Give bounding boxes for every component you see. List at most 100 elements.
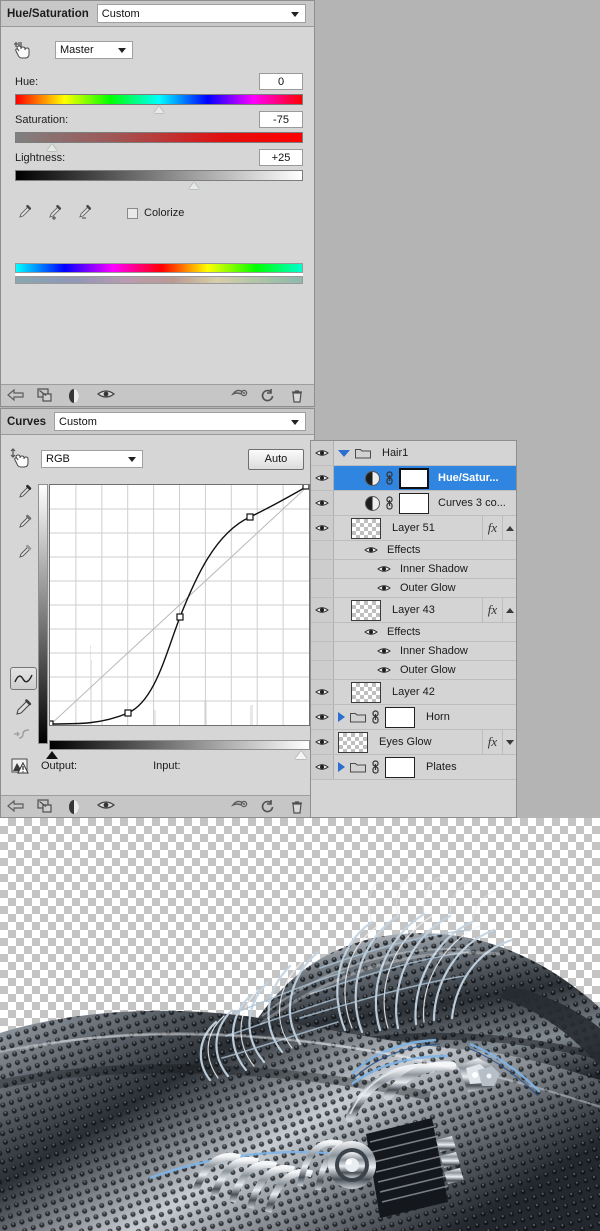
layers-panel[interactable]: Hair1 Hue/Satur... Curves 3 co... Layer 51 f… — [310, 440, 517, 818]
layer-visibility-toggle[interactable] — [311, 661, 334, 679]
layer-row-content[interactable]: Layer 42 — [334, 680, 516, 704]
curves-graph[interactable] — [38, 479, 311, 759]
layer-row[interactable]: Inner Shadow — [311, 642, 516, 661]
layer-visibility-toggle[interactable] — [311, 730, 334, 754]
effects-collapse-arrow-icon[interactable] — [502, 598, 516, 622]
layer-visibility-toggle[interactable] — [311, 755, 334, 779]
layer-visibility-toggle[interactable] — [311, 705, 334, 729]
smooth-curve-icon[interactable] — [13, 726, 33, 742]
chevron-right-icon[interactable] — [338, 762, 345, 772]
layer-row-content[interactable]: Outer Glow — [334, 661, 516, 679]
effects-expand-arrow-icon[interactable] — [502, 730, 516, 754]
layer-row-content[interactable]: Eyes Glow — [334, 730, 482, 754]
layer-row-content[interactable]: Inner Shadow — [334, 642, 516, 660]
layer-row[interactable]: Outer Glow — [311, 661, 516, 680]
eyedropper-minus-icon[interactable] — [75, 204, 92, 222]
pencil-tool-icon[interactable] — [14, 699, 32, 717]
layer-visibility-toggle[interactable] — [311, 516, 334, 540]
lightness-value-input[interactable]: +25 — [259, 149, 303, 166]
layer-row-content[interactable]: Plates — [334, 755, 516, 779]
curves-channel-select[interactable]: RGB — [41, 450, 143, 468]
layer-visibility-toggle[interactable] — [311, 466, 334, 490]
layer-visibility-toggle[interactable] — [311, 623, 334, 641]
layer-mask-thumbnail[interactable] — [399, 492, 429, 514]
layer-visibility-toggle[interactable] — [311, 598, 334, 622]
reset-adjustment-icon[interactable] — [230, 388, 248, 404]
link-icon[interactable] — [385, 496, 394, 510]
layer-row-content[interactable]: Layer 43 — [334, 598, 482, 622]
layer-thumbnail[interactable] — [351, 599, 381, 621]
effect-visibility-toggle[interactable] — [377, 665, 391, 675]
hue-range-result-bar[interactable] — [15, 276, 303, 284]
layer-visibility-toggle[interactable] — [311, 680, 334, 704]
link-icon[interactable] — [371, 760, 380, 774]
layer-row-content[interactable]: Layer 51 — [334, 516, 482, 540]
curve-pencil-tool-icon[interactable] — [9, 667, 37, 690]
eyedropper-icon[interactable] — [15, 204, 32, 222]
layer-row[interactable]: Curves 3 co... — [311, 491, 516, 516]
layer-row[interactable]: Layer 42 — [311, 680, 516, 705]
layer-thumbnail[interactable] — [351, 517, 381, 539]
lightness-slider-thumb[interactable] — [188, 182, 199, 189]
eyedropper-black-icon[interactable] — [15, 483, 32, 501]
layer-row-content[interactable]: Hue/Satur... — [334, 466, 516, 490]
eyedropper-white-icon[interactable] — [15, 543, 32, 561]
saturation-value-input[interactable]: -75 — [259, 111, 303, 128]
return-arrow-icon[interactable] — [7, 799, 25, 815]
effect-visibility-toggle[interactable] — [377, 646, 391, 656]
layer-effects-indicator[interactable]: fx — [482, 730, 502, 754]
layer-row[interactable]: Horn — [311, 705, 516, 730]
toggle-visibility-icon[interactable] — [96, 388, 116, 404]
layer-row[interactable]: Layer 51 fx — [311, 516, 516, 541]
effect-visibility-toggle[interactable] — [364, 545, 378, 555]
layer-mask-thumbnail[interactable] — [385, 706, 415, 728]
layer-mask-thumbnail[interactable] — [385, 756, 415, 778]
effect-visibility-toggle[interactable] — [377, 564, 391, 574]
layer-thumbnail[interactable] — [338, 731, 368, 753]
layer-mask-thumbnail[interactable] — [399, 467, 429, 489]
refresh-icon[interactable] — [260, 799, 278, 815]
link-icon[interactable] — [371, 710, 380, 724]
chevron-right-icon[interactable] — [338, 712, 345, 722]
eyedropper-gray-icon[interactable] — [15, 513, 32, 531]
layer-effects-indicator[interactable]: fx — [482, 598, 502, 622]
layer-row[interactable]: Hue/Satur... — [311, 466, 516, 491]
eyedropper-plus-icon[interactable] — [45, 204, 62, 222]
curves-plot-area[interactable] — [49, 484, 310, 726]
layer-thumbnail[interactable] — [351, 681, 381, 703]
layer-row[interactable]: Eyes Glow fx — [311, 730, 516, 755]
layer-row-content[interactable]: Outer Glow — [334, 579, 516, 597]
half-circle-adjustment-icon[interactable] — [365, 495, 380, 511]
hand-target-icon[interactable] — [9, 447, 31, 471]
layer-row[interactable]: Outer Glow — [311, 579, 516, 598]
layer-row-content[interactable]: Inner Shadow — [334, 560, 516, 578]
layer-row[interactable]: Plates — [311, 755, 516, 780]
curves-preset-select[interactable]: Custom — [54, 412, 306, 431]
chevron-down-icon[interactable] — [338, 449, 350, 457]
auto-button[interactable]: Auto — [248, 448, 304, 470]
layer-row-content[interactable]: Effects — [334, 541, 516, 559]
hue-value-input[interactable]: 0 — [259, 73, 303, 90]
view-previous-state-icon[interactable] — [67, 799, 85, 815]
delete-icon[interactable] — [290, 799, 308, 815]
layer-visibility-toggle[interactable] — [311, 579, 334, 597]
colorize-checkbox[interactable] — [127, 207, 138, 219]
hue-saturation-channel-select[interactable]: Master — [55, 41, 133, 59]
layer-row[interactable]: Layer 43 fx — [311, 598, 516, 623]
effects-collapse-arrow-icon[interactable] — [502, 516, 516, 540]
hand-target-icon[interactable] — [11, 39, 33, 61]
layer-row[interactable]: Inner Shadow — [311, 560, 516, 579]
delete-icon[interactable] — [290, 388, 308, 404]
lightness-slider[interactable] — [15, 170, 303, 190]
effect-visibility-toggle[interactable] — [364, 627, 378, 637]
view-previous-state-icon[interactable] — [67, 388, 85, 404]
half-circle-adjustment-icon[interactable] — [365, 470, 380, 486]
clip-to-layer-icon[interactable] — [37, 798, 55, 815]
layer-row-content[interactable]: Hair1 — [334, 441, 516, 465]
layer-visibility-toggle[interactable] — [311, 541, 334, 559]
layer-row[interactable]: Hair1 — [311, 441, 516, 466]
effect-visibility-toggle[interactable] — [377, 583, 391, 593]
layer-row[interactable]: Effects — [311, 541, 516, 560]
layer-row-content[interactable]: Curves 3 co... — [334, 491, 516, 515]
clip-to-layer-icon[interactable] — [37, 387, 55, 404]
